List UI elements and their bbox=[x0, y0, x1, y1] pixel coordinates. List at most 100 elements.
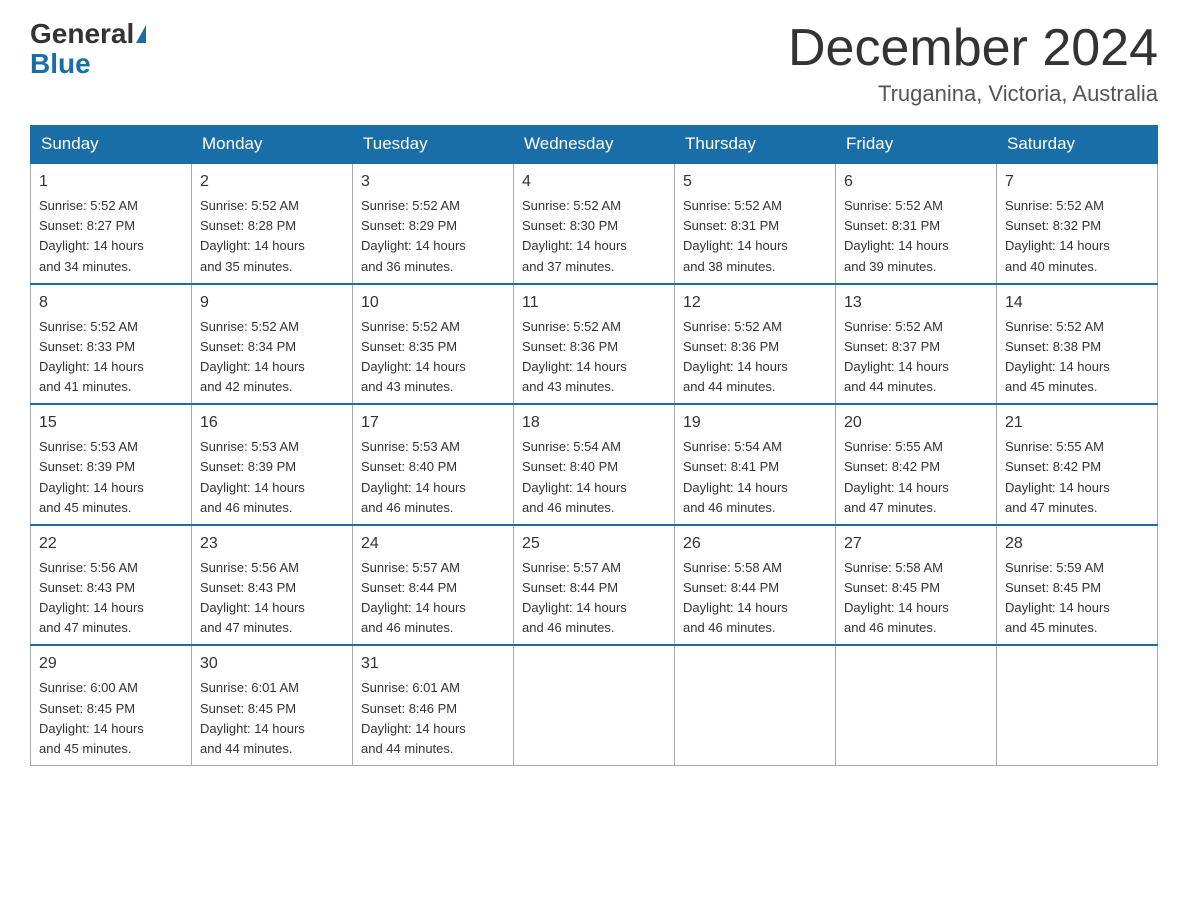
day-number: 13 bbox=[844, 291, 988, 315]
day-number: 25 bbox=[522, 532, 666, 556]
column-header-monday: Monday bbox=[192, 126, 353, 164]
calendar-cell: 4Sunrise: 5:52 AMSunset: 8:30 PMDaylight… bbox=[514, 163, 675, 284]
day-info: Sunrise: 5:52 AMSunset: 8:38 PMDaylight:… bbox=[1005, 317, 1149, 398]
logo-triangle-icon bbox=[136, 25, 146, 43]
day-number: 18 bbox=[522, 411, 666, 435]
day-info: Sunrise: 5:53 AMSunset: 8:39 PMDaylight:… bbox=[200, 437, 344, 518]
calendar-table: SundayMondayTuesdayWednesdayThursdayFrid… bbox=[30, 125, 1158, 766]
day-info: Sunrise: 5:52 AMSunset: 8:31 PMDaylight:… bbox=[683, 196, 827, 277]
calendar-cell: 24Sunrise: 5:57 AMSunset: 8:44 PMDayligh… bbox=[353, 525, 514, 646]
calendar-header-row: SundayMondayTuesdayWednesdayThursdayFrid… bbox=[31, 126, 1158, 164]
logo-blue-text: Blue bbox=[30, 48, 91, 79]
calendar-cell: 14Sunrise: 5:52 AMSunset: 8:38 PMDayligh… bbox=[997, 284, 1158, 405]
day-info: Sunrise: 5:59 AMSunset: 8:45 PMDaylight:… bbox=[1005, 558, 1149, 639]
calendar-cell: 12Sunrise: 5:52 AMSunset: 8:36 PMDayligh… bbox=[675, 284, 836, 405]
logo: General Blue bbox=[30, 20, 148, 80]
day-number: 1 bbox=[39, 170, 183, 194]
calendar-cell: 18Sunrise: 5:54 AMSunset: 8:40 PMDayligh… bbox=[514, 404, 675, 525]
day-number: 22 bbox=[39, 532, 183, 556]
day-number: 26 bbox=[683, 532, 827, 556]
day-number: 9 bbox=[200, 291, 344, 315]
day-number: 6 bbox=[844, 170, 988, 194]
day-number: 14 bbox=[1005, 291, 1149, 315]
column-header-friday: Friday bbox=[836, 126, 997, 164]
calendar-cell bbox=[997, 645, 1158, 765]
day-number: 23 bbox=[200, 532, 344, 556]
day-number: 15 bbox=[39, 411, 183, 435]
day-number: 2 bbox=[200, 170, 344, 194]
day-info: Sunrise: 5:52 AMSunset: 8:32 PMDaylight:… bbox=[1005, 196, 1149, 277]
day-info: Sunrise: 5:57 AMSunset: 8:44 PMDaylight:… bbox=[522, 558, 666, 639]
calendar-cell: 16Sunrise: 5:53 AMSunset: 8:39 PMDayligh… bbox=[192, 404, 353, 525]
calendar-cell: 10Sunrise: 5:52 AMSunset: 8:35 PMDayligh… bbox=[353, 284, 514, 405]
day-info: Sunrise: 6:01 AMSunset: 8:45 PMDaylight:… bbox=[200, 678, 344, 759]
day-number: 20 bbox=[844, 411, 988, 435]
day-number: 10 bbox=[361, 291, 505, 315]
calendar-cell: 8Sunrise: 5:52 AMSunset: 8:33 PMDaylight… bbox=[31, 284, 192, 405]
day-number: 31 bbox=[361, 652, 505, 676]
day-number: 27 bbox=[844, 532, 988, 556]
day-info: Sunrise: 5:58 AMSunset: 8:44 PMDaylight:… bbox=[683, 558, 827, 639]
day-info: Sunrise: 5:58 AMSunset: 8:45 PMDaylight:… bbox=[844, 558, 988, 639]
column-header-thursday: Thursday bbox=[675, 126, 836, 164]
day-number: 11 bbox=[522, 291, 666, 315]
day-number: 30 bbox=[200, 652, 344, 676]
day-number: 24 bbox=[361, 532, 505, 556]
day-info: Sunrise: 5:52 AMSunset: 8:34 PMDaylight:… bbox=[200, 317, 344, 398]
calendar-cell: 30Sunrise: 6:01 AMSunset: 8:45 PMDayligh… bbox=[192, 645, 353, 765]
calendar-cell: 2Sunrise: 5:52 AMSunset: 8:28 PMDaylight… bbox=[192, 163, 353, 284]
calendar-cell: 15Sunrise: 5:53 AMSunset: 8:39 PMDayligh… bbox=[31, 404, 192, 525]
day-info: Sunrise: 5:55 AMSunset: 8:42 PMDaylight:… bbox=[844, 437, 988, 518]
calendar-cell: 22Sunrise: 5:56 AMSunset: 8:43 PMDayligh… bbox=[31, 525, 192, 646]
calendar-cell: 17Sunrise: 5:53 AMSunset: 8:40 PMDayligh… bbox=[353, 404, 514, 525]
day-number: 17 bbox=[361, 411, 505, 435]
day-info: Sunrise: 5:52 AMSunset: 8:29 PMDaylight:… bbox=[361, 196, 505, 277]
calendar-cell: 28Sunrise: 5:59 AMSunset: 8:45 PMDayligh… bbox=[997, 525, 1158, 646]
calendar-cell: 21Sunrise: 5:55 AMSunset: 8:42 PMDayligh… bbox=[997, 404, 1158, 525]
day-number: 21 bbox=[1005, 411, 1149, 435]
calendar-cell: 1Sunrise: 5:52 AMSunset: 8:27 PMDaylight… bbox=[31, 163, 192, 284]
calendar-cell bbox=[675, 645, 836, 765]
day-info: Sunrise: 5:56 AMSunset: 8:43 PMDaylight:… bbox=[200, 558, 344, 639]
day-info: Sunrise: 5:52 AMSunset: 8:31 PMDaylight:… bbox=[844, 196, 988, 277]
calendar-cell bbox=[836, 645, 997, 765]
calendar-cell bbox=[514, 645, 675, 765]
day-info: Sunrise: 5:55 AMSunset: 8:42 PMDaylight:… bbox=[1005, 437, 1149, 518]
day-number: 28 bbox=[1005, 532, 1149, 556]
week-row-3: 15Sunrise: 5:53 AMSunset: 8:39 PMDayligh… bbox=[31, 404, 1158, 525]
day-info: Sunrise: 5:56 AMSunset: 8:43 PMDaylight:… bbox=[39, 558, 183, 639]
day-number: 12 bbox=[683, 291, 827, 315]
calendar-cell: 13Sunrise: 5:52 AMSunset: 8:37 PMDayligh… bbox=[836, 284, 997, 405]
calendar-cell: 27Sunrise: 5:58 AMSunset: 8:45 PMDayligh… bbox=[836, 525, 997, 646]
column-header-saturday: Saturday bbox=[997, 126, 1158, 164]
calendar-cell: 20Sunrise: 5:55 AMSunset: 8:42 PMDayligh… bbox=[836, 404, 997, 525]
day-number: 7 bbox=[1005, 170, 1149, 194]
day-number: 29 bbox=[39, 652, 183, 676]
column-header-sunday: Sunday bbox=[31, 126, 192, 164]
day-info: Sunrise: 5:52 AMSunset: 8:35 PMDaylight:… bbox=[361, 317, 505, 398]
week-row-1: 1Sunrise: 5:52 AMSunset: 8:27 PMDaylight… bbox=[31, 163, 1158, 284]
week-row-2: 8Sunrise: 5:52 AMSunset: 8:33 PMDaylight… bbox=[31, 284, 1158, 405]
day-info: Sunrise: 5:53 AMSunset: 8:40 PMDaylight:… bbox=[361, 437, 505, 518]
calendar-cell: 23Sunrise: 5:56 AMSunset: 8:43 PMDayligh… bbox=[192, 525, 353, 646]
day-number: 8 bbox=[39, 291, 183, 315]
calendar-cell: 26Sunrise: 5:58 AMSunset: 8:44 PMDayligh… bbox=[675, 525, 836, 646]
column-header-wednesday: Wednesday bbox=[514, 126, 675, 164]
day-info: Sunrise: 6:01 AMSunset: 8:46 PMDaylight:… bbox=[361, 678, 505, 759]
day-info: Sunrise: 5:52 AMSunset: 8:36 PMDaylight:… bbox=[683, 317, 827, 398]
day-info: Sunrise: 5:53 AMSunset: 8:39 PMDaylight:… bbox=[39, 437, 183, 518]
day-info: Sunrise: 5:52 AMSunset: 8:36 PMDaylight:… bbox=[522, 317, 666, 398]
week-row-4: 22Sunrise: 5:56 AMSunset: 8:43 PMDayligh… bbox=[31, 525, 1158, 646]
day-info: Sunrise: 5:54 AMSunset: 8:40 PMDaylight:… bbox=[522, 437, 666, 518]
calendar-cell: 3Sunrise: 5:52 AMSunset: 8:29 PMDaylight… bbox=[353, 163, 514, 284]
day-number: 19 bbox=[683, 411, 827, 435]
location-title: Truganina, Victoria, Australia bbox=[788, 81, 1158, 107]
calendar-cell: 29Sunrise: 6:00 AMSunset: 8:45 PMDayligh… bbox=[31, 645, 192, 765]
calendar-cell: 31Sunrise: 6:01 AMSunset: 8:46 PMDayligh… bbox=[353, 645, 514, 765]
day-number: 5 bbox=[683, 170, 827, 194]
month-title: December 2024 bbox=[788, 20, 1158, 77]
calendar-cell: 6Sunrise: 5:52 AMSunset: 8:31 PMDaylight… bbox=[836, 163, 997, 284]
day-info: Sunrise: 5:52 AMSunset: 8:27 PMDaylight:… bbox=[39, 196, 183, 277]
calendar-cell: 5Sunrise: 5:52 AMSunset: 8:31 PMDaylight… bbox=[675, 163, 836, 284]
logo-general-text: General bbox=[30, 20, 134, 48]
